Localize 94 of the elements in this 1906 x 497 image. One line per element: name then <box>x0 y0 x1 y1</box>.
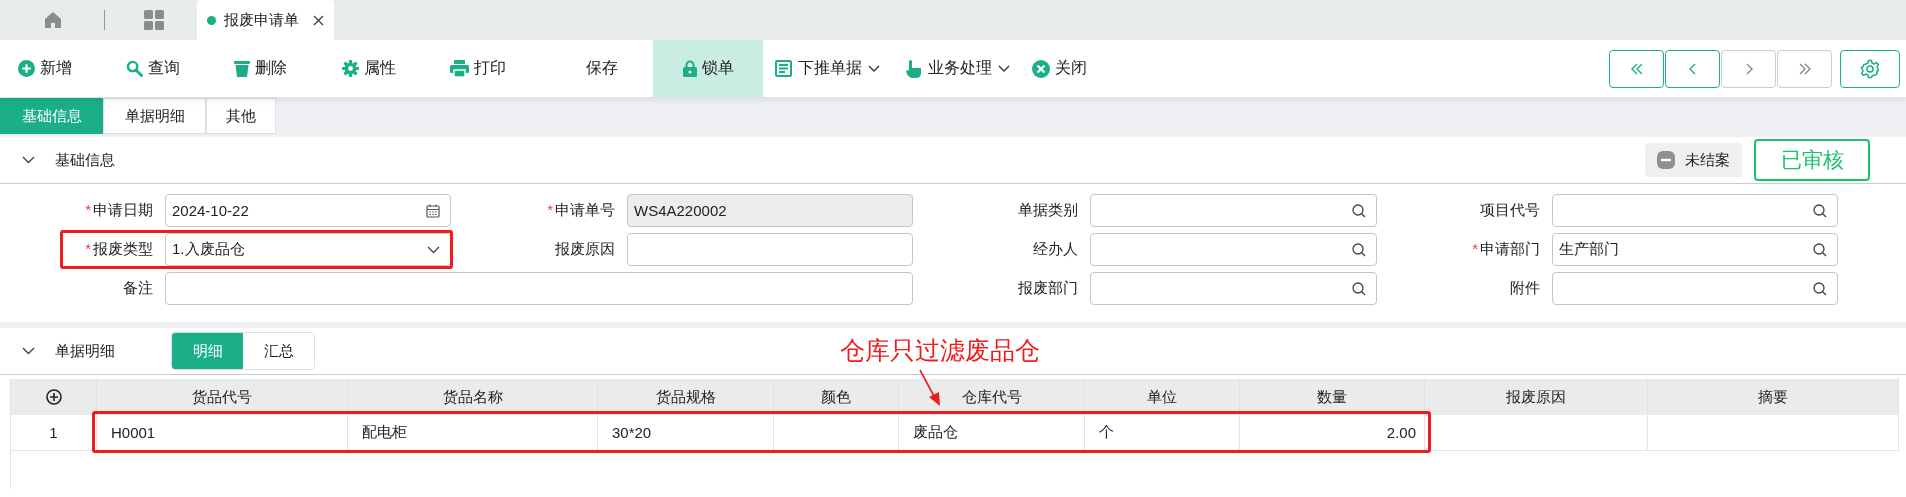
caret-icon <box>868 64 880 73</box>
table-cell: 废品仓 <box>899 415 1085 450</box>
lookup-field[interactable] <box>1552 272 1838 305</box>
column-header: 仓库代号 <box>899 379 1085 415</box>
section-title: 单据明细 <box>55 341 115 361</box>
section-title: 基础信息 <box>55 150 115 170</box>
column-header: 货品规格 <box>598 379 774 415</box>
field-label: 备注 <box>123 279 153 296</box>
first-button[interactable] <box>1609 49 1664 88</box>
toolbar-button[interactable]: 锁单 <box>653 40 763 97</box>
chevron-icon[interactable] <box>22 156 35 164</box>
text-field[interactable] <box>165 272 913 305</box>
toolbar-button[interactable]: 删除 <box>226 40 334 97</box>
field-label: 报废原因 <box>555 240 615 257</box>
table-cell: 配电柜 <box>348 415 598 450</box>
required-asterisk: * <box>85 240 91 257</box>
lookup-field[interactable]: 生产部门 <box>1552 233 1838 266</box>
lookup-field[interactable] <box>1090 194 1377 227</box>
document-tab[interactable]: 报废申请单 <box>197 0 334 40</box>
search-icon <box>1352 281 1366 296</box>
toolbar-button[interactable]: 新增 <box>10 40 118 97</box>
add-row-icon[interactable] <box>45 389 62 405</box>
column-header: 单位 <box>1085 379 1240 415</box>
search-icon <box>1352 242 1366 257</box>
lookup-field[interactable] <box>1090 272 1377 305</box>
grid-icon <box>144 10 164 30</box>
document-icon <box>775 60 792 77</box>
double-chevron-icon <box>1797 61 1812 76</box>
printer-icon <box>450 60 469 77</box>
plus-icon <box>18 60 35 77</box>
toolbar-button[interactable]: 保存 <box>550 40 653 97</box>
field-label: 报废类型 <box>93 240 153 257</box>
close-icon <box>1032 59 1050 78</box>
search-icon <box>1352 203 1366 218</box>
lookup-field[interactable] <box>1090 233 1377 266</box>
toolbar-button[interactable]: 关闭 <box>1024 40 1132 97</box>
search-icon <box>126 60 143 77</box>
field-label: 附件 <box>1510 279 1540 296</box>
settings-icon <box>1860 58 1880 79</box>
column-header: 数量 <box>1240 379 1425 415</box>
field-label: 经办人 <box>1033 240 1078 257</box>
toolbar-button[interactable]: 业务处理 <box>894 40 1024 97</box>
column-header: 摘要 <box>1648 379 1899 415</box>
close-icon[interactable] <box>313 14 324 26</box>
table-cell: 2.00 <box>1240 415 1425 450</box>
trash-icon <box>234 60 250 77</box>
status-dot <box>207 15 216 25</box>
toolbar-button[interactable]: 下推单据 <box>763 40 894 97</box>
double-chevron-icon <box>1629 61 1644 76</box>
column-header: 货品代号 <box>97 379 348 415</box>
select-field[interactable]: 1.入废品仓 <box>165 233 451 266</box>
gear-icon <box>342 60 359 77</box>
date-field[interactable]: 2024-10-22 <box>165 194 451 227</box>
previous-button[interactable] <box>1665 49 1720 88</box>
toolbar-button[interactable]: 打印 <box>442 40 550 97</box>
field-label: 项目代号 <box>1480 201 1540 218</box>
status-text: 未结案 <box>1685 150 1730 170</box>
settings-button[interactable] <box>1840 49 1900 88</box>
table-cell: H0001 <box>97 415 348 450</box>
section-tab[interactable]: 其他 <box>206 98 276 134</box>
required-asterisk: * <box>547 201 553 218</box>
calendar-icon <box>426 203 440 218</box>
home-icon <box>44 11 62 29</box>
section-tab[interactable]: 单据明细 <box>103 98 206 134</box>
toolbar-button[interactable]: 属性 <box>334 40 442 97</box>
text-field[interactable] <box>627 233 913 266</box>
field-label: 申请单号 <box>555 201 615 218</box>
pointing-hand-icon <box>906 59 922 78</box>
audit-stamp: 已审核 <box>1754 139 1870 181</box>
column-header: 货品名称 <box>348 379 598 415</box>
table-cell: 30*20 <box>598 415 774 450</box>
minus-icon <box>1657 151 1675 169</box>
annotation-text: 仓库只过滤废品仓 <box>840 335 1040 366</box>
table-cell: 个 <box>1085 415 1240 450</box>
row-number: 1 <box>11 415 97 450</box>
column-header: 颜色 <box>774 379 899 415</box>
field-label: 单据类别 <box>1018 201 1078 218</box>
readonly-field[interactable]: WS4A220002 <box>627 194 913 227</box>
lookup-field[interactable] <box>1552 194 1838 227</box>
search-icon <box>1813 203 1827 218</box>
field-label: 申请日期 <box>93 201 153 218</box>
required-asterisk: * <box>1472 240 1478 257</box>
chevron-icon[interactable] <box>22 347 35 355</box>
lock-icon <box>682 60 697 77</box>
field-label: 报废部门 <box>1018 279 1078 296</box>
toolbar-button[interactable]: 查询 <box>118 40 226 97</box>
caret-icon <box>998 64 1010 73</box>
search-icon <box>1813 281 1827 296</box>
required-asterisk: * <box>85 201 91 218</box>
caret-icon <box>427 245 440 254</box>
field-label: 申请部门 <box>1480 240 1540 257</box>
tab-label: 报废申请单 <box>224 10 299 30</box>
column-header: 报废原因 <box>1425 379 1648 415</box>
search-icon <box>1813 242 1827 257</box>
